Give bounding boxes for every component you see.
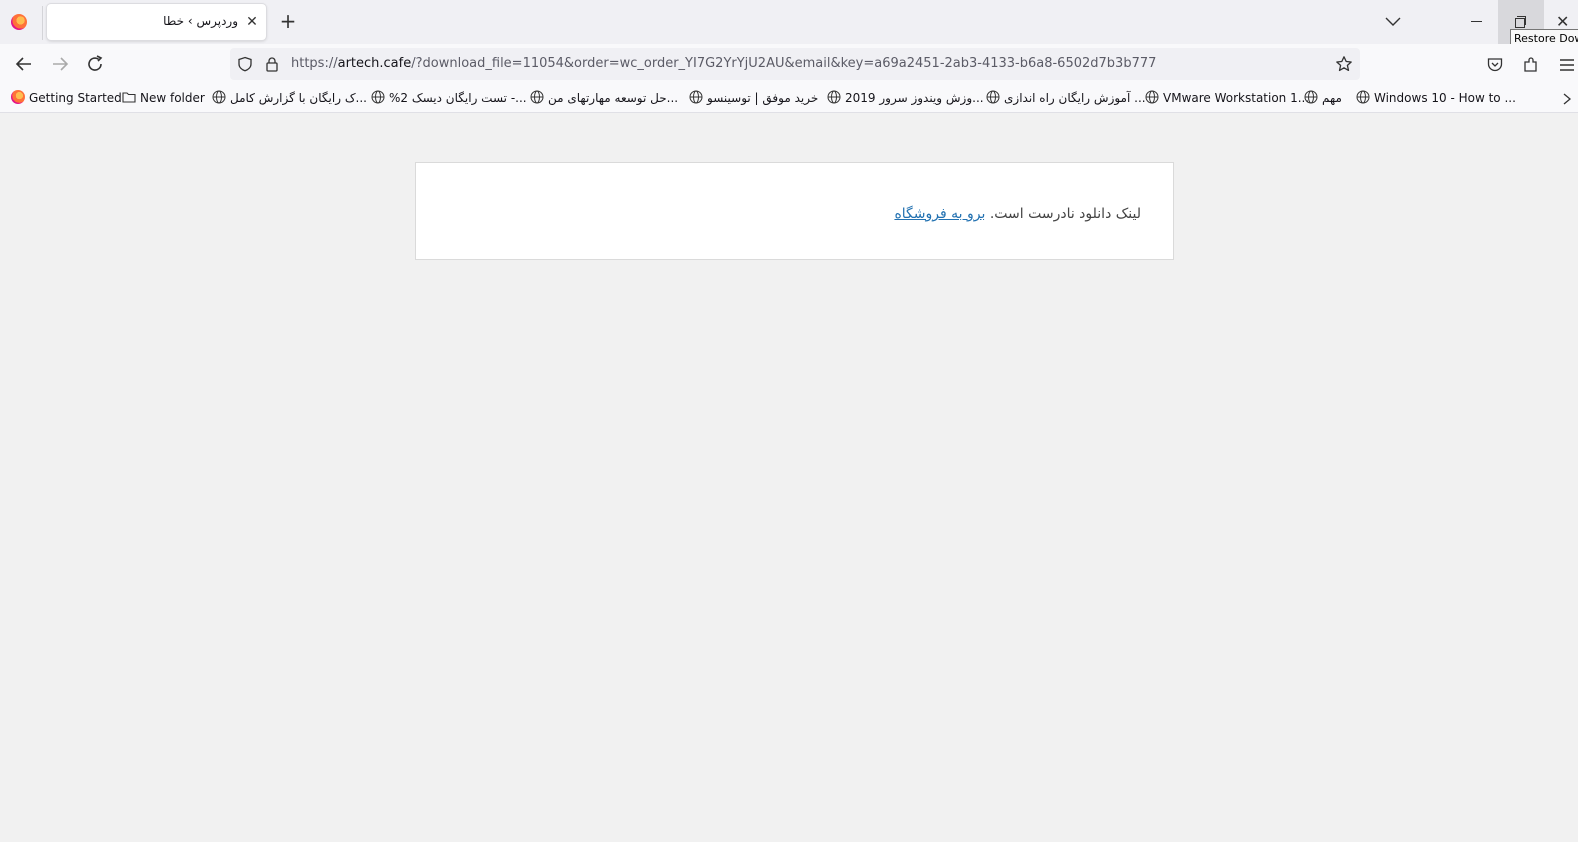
globe-icon [530,90,544,104]
title-bar: وردپرس › خطا ✕ + ✕ Restore Down [0,0,1578,49]
bookmark-item[interactable]: ...ک رایگان با گزارش کامل [212,90,367,106]
url-text[interactable]: https://artech.cafe/?download_file=11054… [291,56,1156,71]
tab-active[interactable]: وردپرس › خطا ✕ [47,4,266,40]
tab-title: وردپرس › خطا [163,14,238,28]
bookmark-new-folder[interactable]: New folder [122,90,205,106]
page-content: لینک دانلود نادرست است. برو به فروشگاه [0,113,1578,842]
bookmark-label: مهم [1322,91,1342,105]
error-message: لینک دانلود نادرست است. برو به فروشگاه [894,206,1141,222]
extensions-icon[interactable] [1522,56,1540,74]
bookmark-item[interactable]: ... آموزش رایگان راه اندازی [986,90,1146,106]
globe-icon [212,90,226,104]
minimize-window-button[interactable] [1457,0,1497,44]
pocket-icon[interactable] [1486,56,1504,74]
bookmark-label: ...ک رایگان با گزارش کامل [230,91,367,105]
bookmark-item[interactable]: خرید موفق | توسینسو [689,90,818,106]
tab-separator [42,6,43,40]
bookmark-label: Getting Started [29,91,122,105]
bookmarks-toolbar: Getting Started New folder ...ک رایگان ب… [0,84,1578,113]
bookmark-label: ...حل توسعه مهارتهای من [548,91,679,105]
forward-arrow-icon[interactable] [48,52,72,76]
reload-icon[interactable] [83,52,107,76]
bookmark-label: ...وزش ویندوز سرور 2019 [845,91,984,105]
back-arrow-icon[interactable] [12,52,36,76]
bookmark-label: ...- تست رایگان دیسک 2% [389,91,527,105]
firefox-icon [11,90,25,104]
tracking-protection-shield-icon[interactable] [237,56,253,72]
error-message-box: لینک دانلود نادرست است. برو به فروشگاه [415,162,1174,260]
firefox-icon[interactable] [11,14,27,30]
globe-icon [827,90,841,104]
bookmark-getting-started[interactable]: Getting Started [11,90,122,106]
folder-icon [122,90,136,104]
url-path: /?download_file=11054&order=wc_order_YI7… [411,56,1157,71]
new-tab-icon[interactable]: + [279,11,297,31]
bookmark-label: ... آموزش رایگان راه اندازی [1004,91,1146,105]
error-text: لینک دانلود نادرست است. [989,206,1141,222]
bookmark-item[interactable]: VMware Workstation 1... [1145,90,1309,106]
close-tab-icon[interactable]: ✕ [244,14,260,30]
url-host: artech.cafe [337,56,412,71]
globe-icon [689,90,703,104]
bookmarks-overflow-chevron-icon[interactable] [1560,91,1574,105]
chevron-down-icon[interactable] [1383,11,1403,31]
bookmark-item[interactable]: ...حل توسعه مهارتهای من [530,90,678,106]
bookmark-item[interactable]: مهم [1304,90,1342,106]
hamburger-menu-icon[interactable] [1558,56,1576,74]
bookmark-label: VMware Workstation 1... [1163,91,1310,105]
globe-icon [1356,90,1370,104]
bookmark-item[interactable]: ...- تست رایگان دیسک 2% [371,90,527,106]
globe-icon [1304,90,1318,104]
bookmark-label: Windows 10 - How to ... [1374,91,1516,105]
lock-icon[interactable] [264,56,280,72]
restore-icon [1515,18,1525,28]
bookmark-label: New folder [140,91,205,105]
url-scheme: https:// [291,56,338,71]
url-bar[interactable]: https://artech.cafe/?download_file=11054… [230,48,1360,80]
bookmark-item[interactable]: Windows 10 - How to ... [1356,90,1516,106]
return-to-shop-link[interactable]: برو به فروشگاه [894,206,985,222]
navigation-toolbar: https://artech.cafe/?download_file=11054… [0,44,1578,84]
globe-icon [1145,90,1159,104]
bookmark-item[interactable]: ...وزش ویندوز سرور 2019 [827,90,984,106]
globe-icon [371,90,385,104]
globe-icon [986,90,1000,104]
bookmark-label: خرید موفق | توسینسو [707,91,819,105]
bookmark-star-icon[interactable] [1335,55,1353,73]
